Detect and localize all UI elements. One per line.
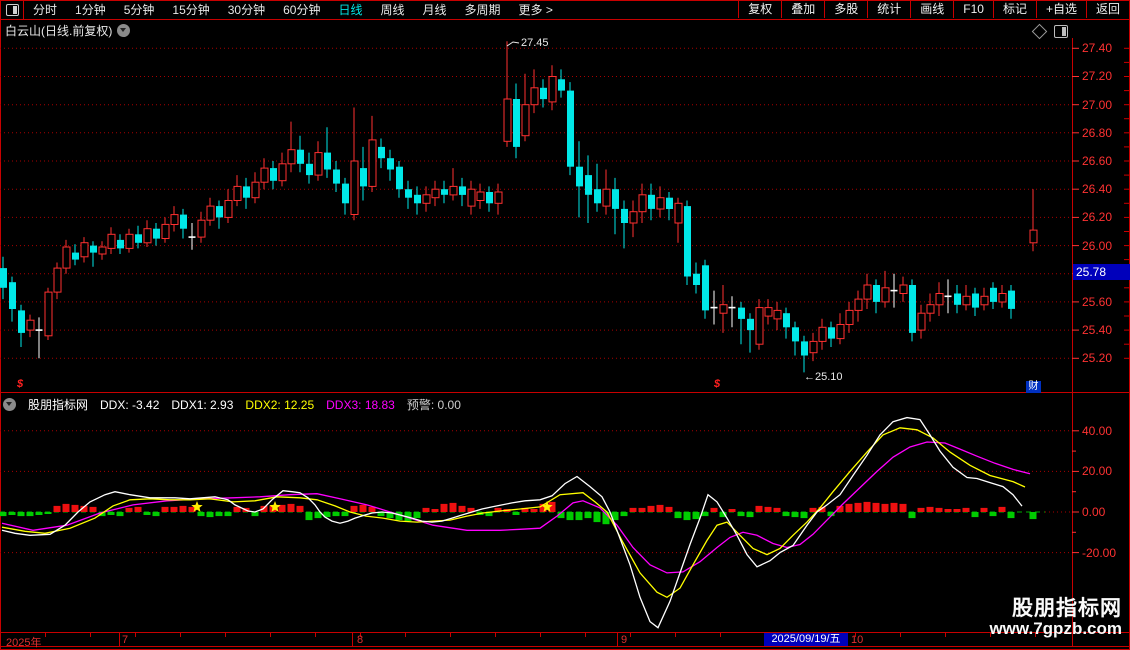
indicator-value: DDX2: 12.25 (245, 397, 315, 412)
window-layout-icon[interactable] (1, 1, 24, 19)
indicator-value: 股朋指标网 (28, 398, 89, 412)
price-axis-label: 25.20 (1082, 351, 1113, 365)
date-axis-month: 9 (621, 634, 628, 646)
diamond-icon[interactable] (1031, 23, 1048, 40)
timeframe-item-60分钟[interactable]: 60分钟 (274, 1, 329, 19)
timeframe-item-周线[interactable]: 周线 (371, 1, 413, 19)
price-axis-label: 26.80 (1082, 126, 1113, 140)
watermark-url: www.7gpzb.com (989, 619, 1122, 639)
tool-item-统计[interactable]: 统计 (867, 1, 910, 18)
indicator-value: DDX: -3.42 (100, 397, 160, 412)
split-window-icon[interactable] (1054, 25, 1068, 38)
timeframe-item-30分钟[interactable]: 30分钟 (219, 1, 274, 19)
date-axis-month: 7 (122, 634, 129, 646)
tool-item-复权[interactable]: 复权 (738, 1, 781, 18)
app-window: { "menu": { "left_items": ["分时","1分钟","5… (0, 0, 1130, 650)
timeframe-item-多周期[interactable]: 多周期 (456, 1, 510, 19)
chart-canvas[interactable] (0, 0, 1130, 650)
timeframe-item-分时[interactable]: 分时 (24, 1, 66, 19)
indicator-axis-label: 0.00 (1082, 505, 1106, 519)
tool-item-返回[interactable]: 返回 (1085, 1, 1129, 18)
price-axis-label: 26.00 (1082, 239, 1113, 253)
low-price-annotation: ←25.10 (804, 371, 843, 383)
chevron-down-icon[interactable] (117, 24, 131, 37)
timeframe-item-15分钟[interactable]: 15分钟 (163, 1, 218, 19)
tools-menu: 复权 叠加 多股 统计 画线 F10 标记 +自选 返回 (738, 1, 1129, 18)
price-axis-label: 27.00 (1082, 98, 1113, 112)
date-axis-month: 10 (851, 634, 864, 646)
tool-item-画线[interactable]: 画线 (910, 1, 953, 18)
price-axis-label: 25.60 (1082, 295, 1113, 309)
watermark-site-name: 股朋指标网 (1012, 597, 1122, 620)
tool-item-+自选[interactable]: +自选 (1035, 1, 1086, 18)
indicator-header: 股朋指标网 DDX: -3.42 DDX1: 2.93 DDX2: 12.25 DDX3… (3, 396, 461, 413)
indicator-axis-label: -20.00 (1082, 546, 1117, 560)
indicator-value: DDX3: 18.83 (326, 397, 395, 412)
timeframe-item-月线[interactable]: 月线 (414, 1, 456, 19)
price-axis-label: 27.40 (1082, 41, 1113, 55)
price-axis-label: 26.20 (1082, 210, 1113, 224)
price-axis-label: 25.40 (1082, 323, 1113, 337)
date-axis-year: 2025年 (6, 637, 42, 649)
price-axis-label: 26.60 (1082, 154, 1113, 168)
indicator-value: 预警: 0.00 (406, 398, 461, 412)
dividend-event-icon: $ (714, 378, 721, 390)
tool-item-F10[interactable]: F10 (953, 1, 993, 18)
date-axis-month: 8 (357, 634, 364, 646)
chart-title-row: 白云山(日线.前复权) (5, 22, 131, 39)
watermark: 股朋指标网 www.7gpzb.com (989, 597, 1122, 639)
timeframe-menu: 分时 1分钟 5分钟 15分钟 30分钟 60分钟 日线 周线 月线 多周期 更多 > (24, 1, 562, 19)
indicator-value: DDX1: 2.93 (171, 397, 234, 412)
page-title: 白云山(日线.前复权) (5, 24, 113, 38)
tool-item-标记[interactable]: 标记 (992, 1, 1036, 18)
high-price-annotation: 27.45 (521, 37, 549, 49)
tool-item-叠加[interactable]: 叠加 (781, 1, 824, 18)
indicator-chevron-icon[interactable] (3, 398, 16, 411)
indicator-axis-label: 40.00 (1082, 424, 1113, 438)
tool-item-多股[interactable]: 多股 (824, 1, 867, 18)
timeframe-item-日线[interactable]: 日线 (329, 1, 371, 19)
timeframe-item-1分钟[interactable]: 1分钟 (66, 1, 115, 19)
price-axis-label: 26.40 (1082, 182, 1113, 196)
timeframe-item-5分钟[interactable]: 5分钟 (115, 1, 164, 19)
title-icons (1031, 23, 1068, 40)
last-price-tag: 25.78 (1073, 264, 1130, 280)
price-axis-label: 27.20 (1082, 69, 1113, 83)
selected-date-tag: 2025/09/19/五 (764, 633, 848, 646)
indicator-axis-label: 20.00 (1082, 464, 1113, 478)
finance-event-badge[interactable]: 财 (1026, 381, 1041, 393)
dividend-event-icon: $ (17, 378, 24, 390)
timeframe-item-更多 >[interactable]: 更多 > (510, 1, 562, 19)
